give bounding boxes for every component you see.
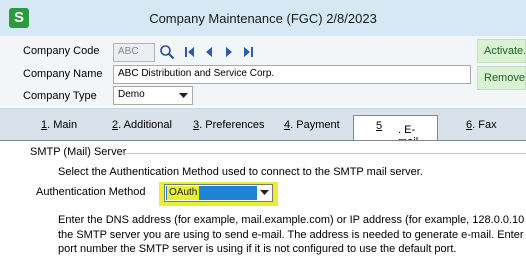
activate-button[interactable]: Activate. <box>477 39 526 63</box>
tab-fax[interactable]: 6. Fax <box>466 119 497 131</box>
tab-main[interactable]: 1. Main <box>41 119 77 131</box>
dns-help-line: port number the SMTP server is using if … <box>58 243 457 255</box>
company-type-value: Demo <box>118 89 145 100</box>
dns-help-line: Enter the DNS address (for example, mail… <box>58 214 525 226</box>
company-name-label: Company Name <box>23 68 103 80</box>
company-code-field[interactable]: ABC <box>113 43 155 62</box>
company-type-dropdown[interactable]: Demo <box>113 86 193 105</box>
window-title: Company Maintenance (FGC) 2/8/2023 <box>149 11 377 26</box>
tab-email-key: 5 <box>376 120 383 132</box>
tab-payment-label: . Payment <box>290 119 340 131</box>
tab-email[interactable]: 5. E-mail <box>353 115 438 148</box>
auth-method-dropdown[interactable]: OAuth <box>164 184 273 202</box>
dns-help-text: Enter the DNS address (for example, mail… <box>58 213 526 257</box>
dns-help-line: the SMTP server you are using to send e-… <box>58 228 526 241</box>
group-divider <box>118 153 526 154</box>
company-code-label: Company Code <box>23 45 100 57</box>
tab-preferences-label: . Preferences <box>199 119 265 131</box>
last-record-icon[interactable] <box>241 44 255 60</box>
lookup-icon[interactable] <box>157 43 177 61</box>
tab-main-label: . Main <box>47 119 78 131</box>
chevron-down-icon <box>175 87 192 104</box>
tab-fax-label: . Fax <box>472 119 497 131</box>
auth-method-label: Authentication Method <box>36 186 146 198</box>
tab-payment[interactable]: 4. Payment <box>284 119 340 131</box>
title-bar: S Company Maintenance (FGC) 2/8/2023 <box>0 0 526 36</box>
tab-additional-label: . Additional <box>118 119 172 131</box>
next-record-icon[interactable] <box>223 44 235 60</box>
chevron-down-icon[interactable] <box>257 186 271 200</box>
auth-instruction-text: Select the Authentication Method used to… <box>58 166 423 178</box>
previous-record-icon[interactable] <box>203 44 215 60</box>
auth-method-selection: OAuth <box>166 186 257 200</box>
smtp-group-title: SMTP (Mail) Server <box>30 146 127 158</box>
tab-preferences[interactable]: 3. Preferences <box>193 119 265 131</box>
remove-button[interactable]: Remove. <box>477 66 526 90</box>
tab-additional[interactable]: 2. Additional <box>112 119 172 131</box>
company-name-field[interactable]: ABC Distribution and Service Corp. <box>113 65 471 84</box>
tab-strip: 1. Main 2. Additional 3. Preferences 4. … <box>0 108 526 140</box>
first-record-icon[interactable] <box>183 44 197 60</box>
auth-method-value: OAuth <box>167 186 200 200</box>
company-type-label: Company Type <box>23 90 97 102</box>
company-header: Company Code ABC Company Name ABC Distri… <box>0 36 526 106</box>
